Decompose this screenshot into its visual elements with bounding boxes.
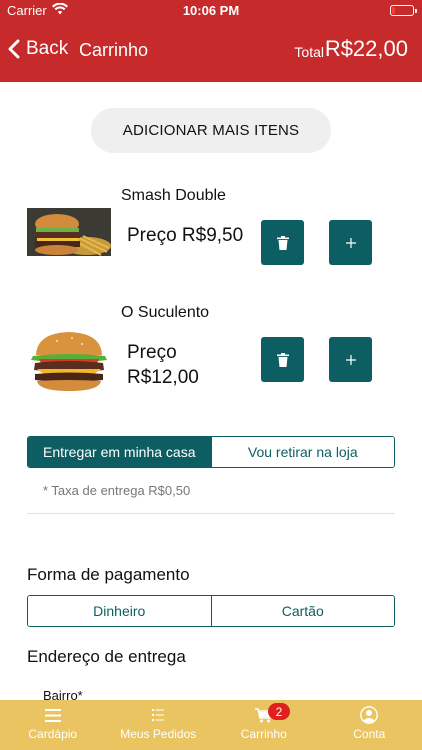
total-label: Total bbox=[294, 44, 324, 60]
tab-conta[interactable]: Conta bbox=[317, 700, 422, 750]
store-pickup-option[interactable]: Vou retirar na loja bbox=[210, 437, 394, 467]
trash-icon bbox=[276, 352, 289, 367]
cart-item: O Suculento Preço R$12,00 bbox=[0, 304, 422, 414]
payment-section-title: Forma de pagamento bbox=[27, 565, 190, 584]
add-item-button[interactable] bbox=[329, 337, 372, 382]
account-icon bbox=[360, 706, 379, 724]
menu-icon bbox=[44, 706, 61, 724]
tab-meus-pedidos[interactable]: Meus Pedidos bbox=[106, 700, 212, 750]
item-price: Preço R$12,00 bbox=[127, 342, 199, 388]
tab-carrinho[interactable]: Carrinho 2 bbox=[211, 700, 317, 750]
chevron-left-icon bbox=[8, 39, 20, 59]
item-name: O Suculento bbox=[121, 304, 210, 321]
nav-bar: Back Carrinho Total R$22,00 bbox=[0, 20, 422, 82]
cart-count-badge: 2 bbox=[268, 703, 290, 720]
item-price: Preço R$9,50 bbox=[127, 225, 244, 246]
add-item-button[interactable] bbox=[329, 220, 372, 265]
item-name: Smash Double bbox=[121, 187, 226, 204]
delivery-home-option[interactable]: Entregar em minha casa bbox=[28, 437, 211, 467]
divider bbox=[27, 513, 395, 514]
cash-option[interactable]: Dinheiro bbox=[28, 596, 211, 626]
page-title: Carrinho bbox=[79, 40, 149, 60]
delivery-method-toggle: Entregar em minha casa Vou retirar na lo… bbox=[27, 436, 395, 468]
battery-icon bbox=[390, 5, 417, 16]
back-button[interactable]: Back bbox=[8, 38, 68, 60]
card-option[interactable]: Cartão bbox=[210, 596, 394, 626]
delivery-fee-note: * Taxa de entrega R$0,50 bbox=[43, 483, 191, 498]
payment-method-toggle: Dinheiro Cartão bbox=[27, 595, 395, 627]
list-icon bbox=[152, 706, 165, 724]
tab-cardapio[interactable]: Cardápio bbox=[0, 700, 106, 750]
item-image bbox=[27, 325, 111, 397]
total-value: R$22,00 bbox=[324, 36, 408, 61]
add-more-items-button[interactable]: ADICIONAR MAIS ITENS bbox=[91, 108, 331, 153]
clock: 10:06 PM bbox=[182, 3, 240, 18]
status-bar: Carrier 10:06 PM bbox=[0, 0, 422, 20]
tab-label: Conta bbox=[353, 727, 386, 741]
tab-label: Carrinho bbox=[240, 727, 287, 741]
remove-item-button[interactable] bbox=[261, 337, 304, 382]
trash-icon bbox=[276, 235, 289, 250]
plus-icon bbox=[345, 237, 356, 248]
back-label: Back bbox=[26, 38, 69, 59]
remove-item-button[interactable] bbox=[261, 220, 304, 265]
tab-bar: Cardápio Meus Pedidos Carrinho 2 Conta bbox=[0, 700, 422, 750]
plus-icon bbox=[345, 354, 356, 365]
item-image bbox=[27, 208, 111, 256]
tab-label: Meus Pedidos bbox=[120, 727, 197, 741]
cart-item: Smash Double Preço R$9,50 bbox=[0, 187, 422, 297]
tab-label: Cardápio bbox=[28, 727, 78, 741]
address-section-title: Endereço de entrega bbox=[27, 647, 186, 666]
